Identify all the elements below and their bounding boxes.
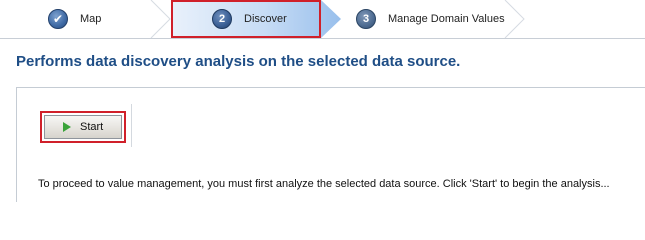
wizard-step-map[interactable]: ✔ Map xyxy=(48,0,101,38)
wizard-step-bar: ✔ Map 2 Discover 3 Manage Domain Values xyxy=(0,0,645,38)
step-separator-chevron xyxy=(150,0,171,38)
discover-page: ✔ Map 2 Discover 3 Manage Domain Values … xyxy=(0,0,645,202)
wizard-divider xyxy=(0,38,645,39)
step-label-manage-domain-values: Manage Domain Values xyxy=(388,13,505,25)
highlight-box-discover xyxy=(171,0,321,38)
instructions-text: To proceed to value management, you must… xyxy=(38,178,610,190)
start-button[interactable]: Start xyxy=(44,115,122,139)
page-title: Performs data discovery analysis on the … xyxy=(16,53,461,70)
step-label-map: Map xyxy=(80,13,102,25)
toolbar-divider xyxy=(131,104,132,147)
wizard-step-manage-domain-values[interactable]: 3 Manage Domain Values xyxy=(356,0,505,38)
check-icon: ✔ xyxy=(48,9,68,29)
step-separator-chevron xyxy=(504,0,525,38)
step-number-badge: 3 xyxy=(356,9,376,29)
play-icon xyxy=(63,122,71,132)
start-button-label: Start xyxy=(80,121,104,133)
